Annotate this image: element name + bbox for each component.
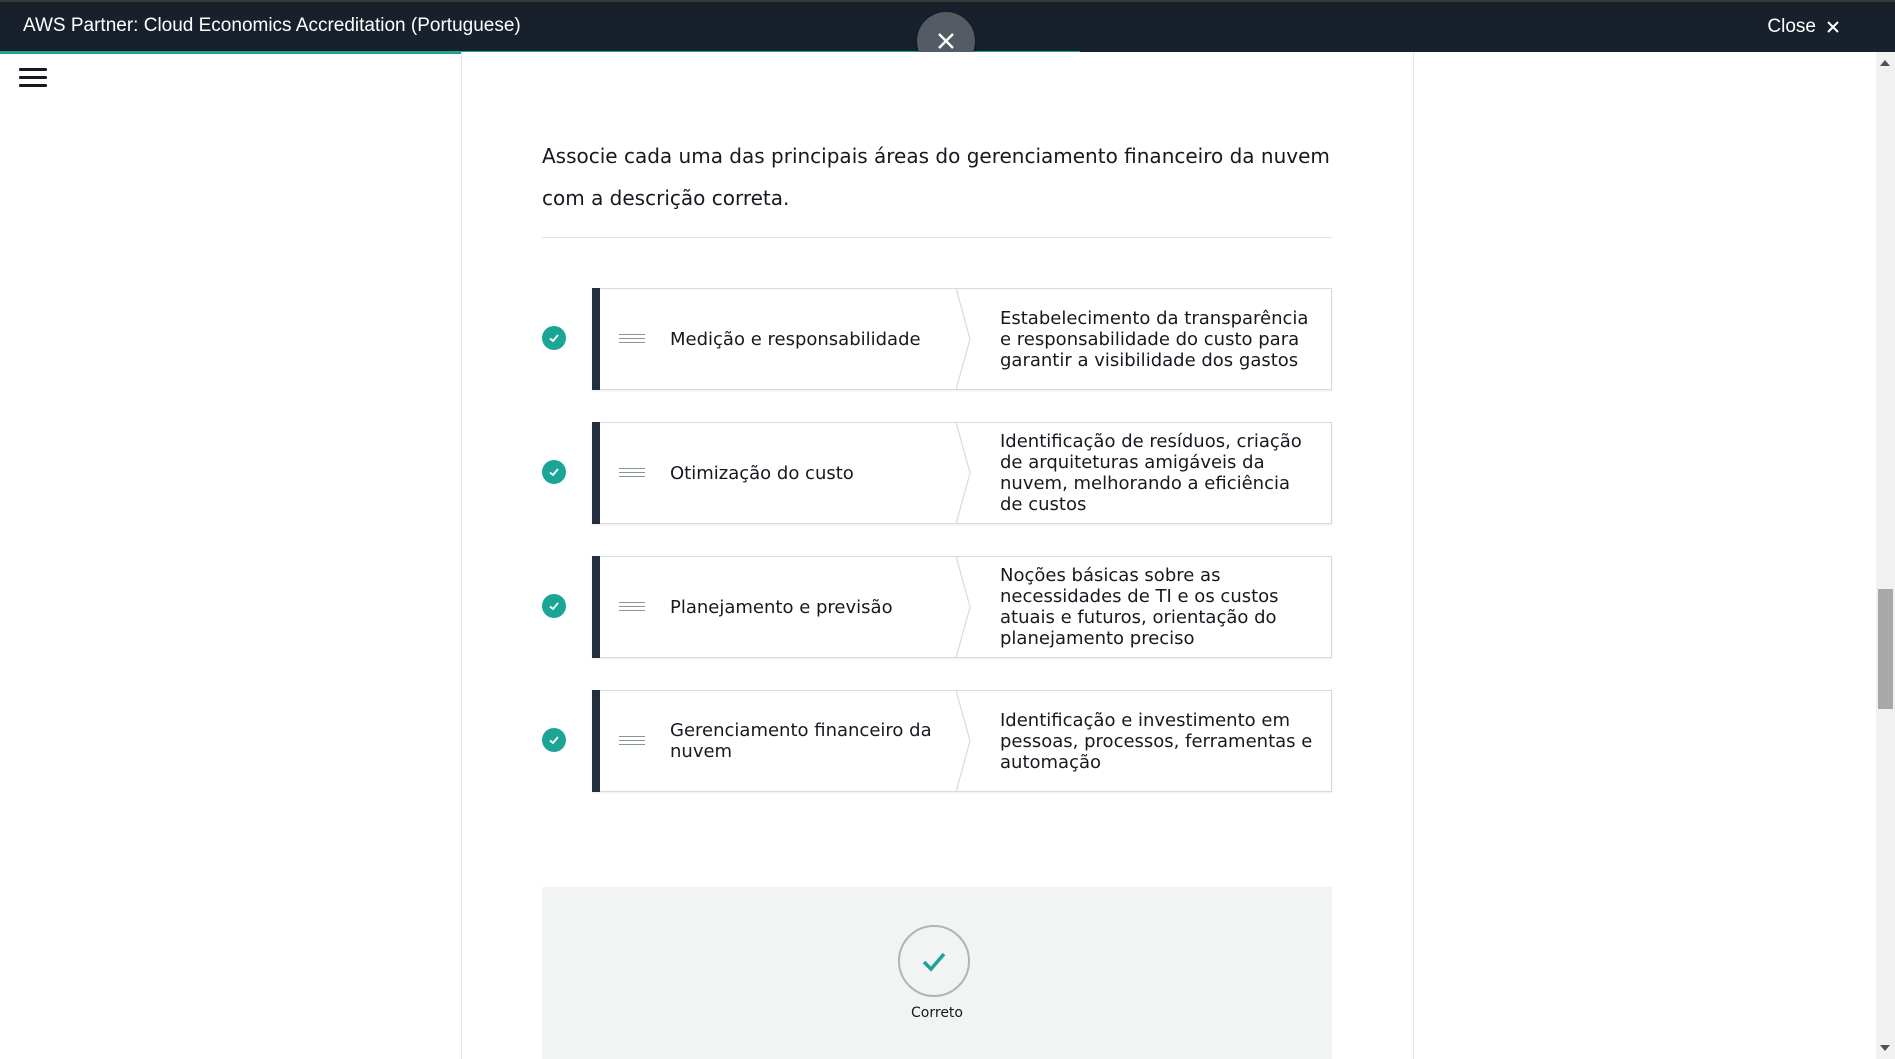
correct-indicator — [898, 925, 970, 997]
drag-handle-icon[interactable] — [619, 468, 645, 480]
item-accent-bar — [592, 690, 600, 792]
page-scrollbar[interactable] — [1876, 52, 1895, 1059]
match-description: Estabelecimento da transparência e respo… — [1000, 307, 1309, 371]
match-term: Gerenciamento financeiro da nuvem — [670, 720, 932, 762]
drag-handle-icon[interactable] — [619, 602, 645, 614]
chevron-divider — [956, 556, 971, 658]
course-title: AWS Partner: Cloud Economics Accreditati… — [23, 15, 521, 36]
match-term: Medição e responsabilidade — [670, 328, 921, 350]
hamburger-menu-icon[interactable] — [19, 68, 47, 92]
match-item[interactable]: Planejamento e previsão Noções básicas s… — [592, 556, 1332, 658]
chevron-divider — [956, 690, 971, 792]
scrollbar-thumb[interactable] — [1878, 589, 1893, 709]
check-icon — [922, 952, 946, 972]
drag-handle-icon[interactable] — [619, 736, 645, 748]
match-item[interactable]: Otimização do custo Identificação de res… — [592, 422, 1332, 524]
close-button[interactable]: Close — [1767, 16, 1840, 38]
scroll-down-arrow-icon[interactable] — [1880, 1045, 1890, 1051]
item-accent-bar — [592, 556, 600, 658]
match-term: Planejamento e previsão — [670, 596, 893, 618]
feedback-label: Correto — [911, 1005, 963, 1021]
drag-handle-icon[interactable] — [619, 334, 645, 346]
close-label: Close — [1767, 16, 1816, 37]
match-row: Planejamento e previsão Noções básicas s… — [542, 556, 1332, 658]
match-row: Gerenciamento financeiro da nuvem Identi… — [542, 690, 1332, 792]
match-row: Otimização do custo Identificação de res… — [542, 422, 1332, 524]
check-icon — [542, 728, 566, 752]
item-accent-bar — [592, 422, 600, 524]
check-icon — [542, 460, 566, 484]
question-text: Associe cada uma das principais áreas do… — [542, 144, 1330, 210]
match-item[interactable]: Medição e responsabilidade Estabelecimen… — [592, 288, 1332, 390]
match-description: Identificação e investimento em pessoas,… — [1000, 709, 1313, 773]
close-icon — [1827, 21, 1839, 33]
close-icon — [938, 33, 954, 49]
divider — [542, 237, 1332, 238]
match-item[interactable]: Gerenciamento financeiro da nuvem Identi… — [592, 690, 1332, 792]
match-term: Otimização do custo — [670, 462, 854, 484]
check-icon — [542, 326, 566, 350]
item-accent-bar — [592, 288, 600, 390]
match-row: Medição e responsabilidade Estabelecimen… — [542, 288, 1332, 390]
feedback-panel: Correto — [542, 887, 1332, 1059]
chevron-divider — [956, 422, 971, 524]
scroll-up-arrow-icon[interactable] — [1880, 60, 1890, 66]
match-description: Identificação de resíduos, criação de ar… — [1000, 431, 1302, 515]
match-description: Noções básicas sobre as necessidades de … — [1000, 565, 1279, 649]
chevron-divider — [956, 288, 971, 390]
check-icon — [542, 594, 566, 618]
lesson-card: Associe cada uma das principais áreas do… — [461, 52, 1414, 1059]
